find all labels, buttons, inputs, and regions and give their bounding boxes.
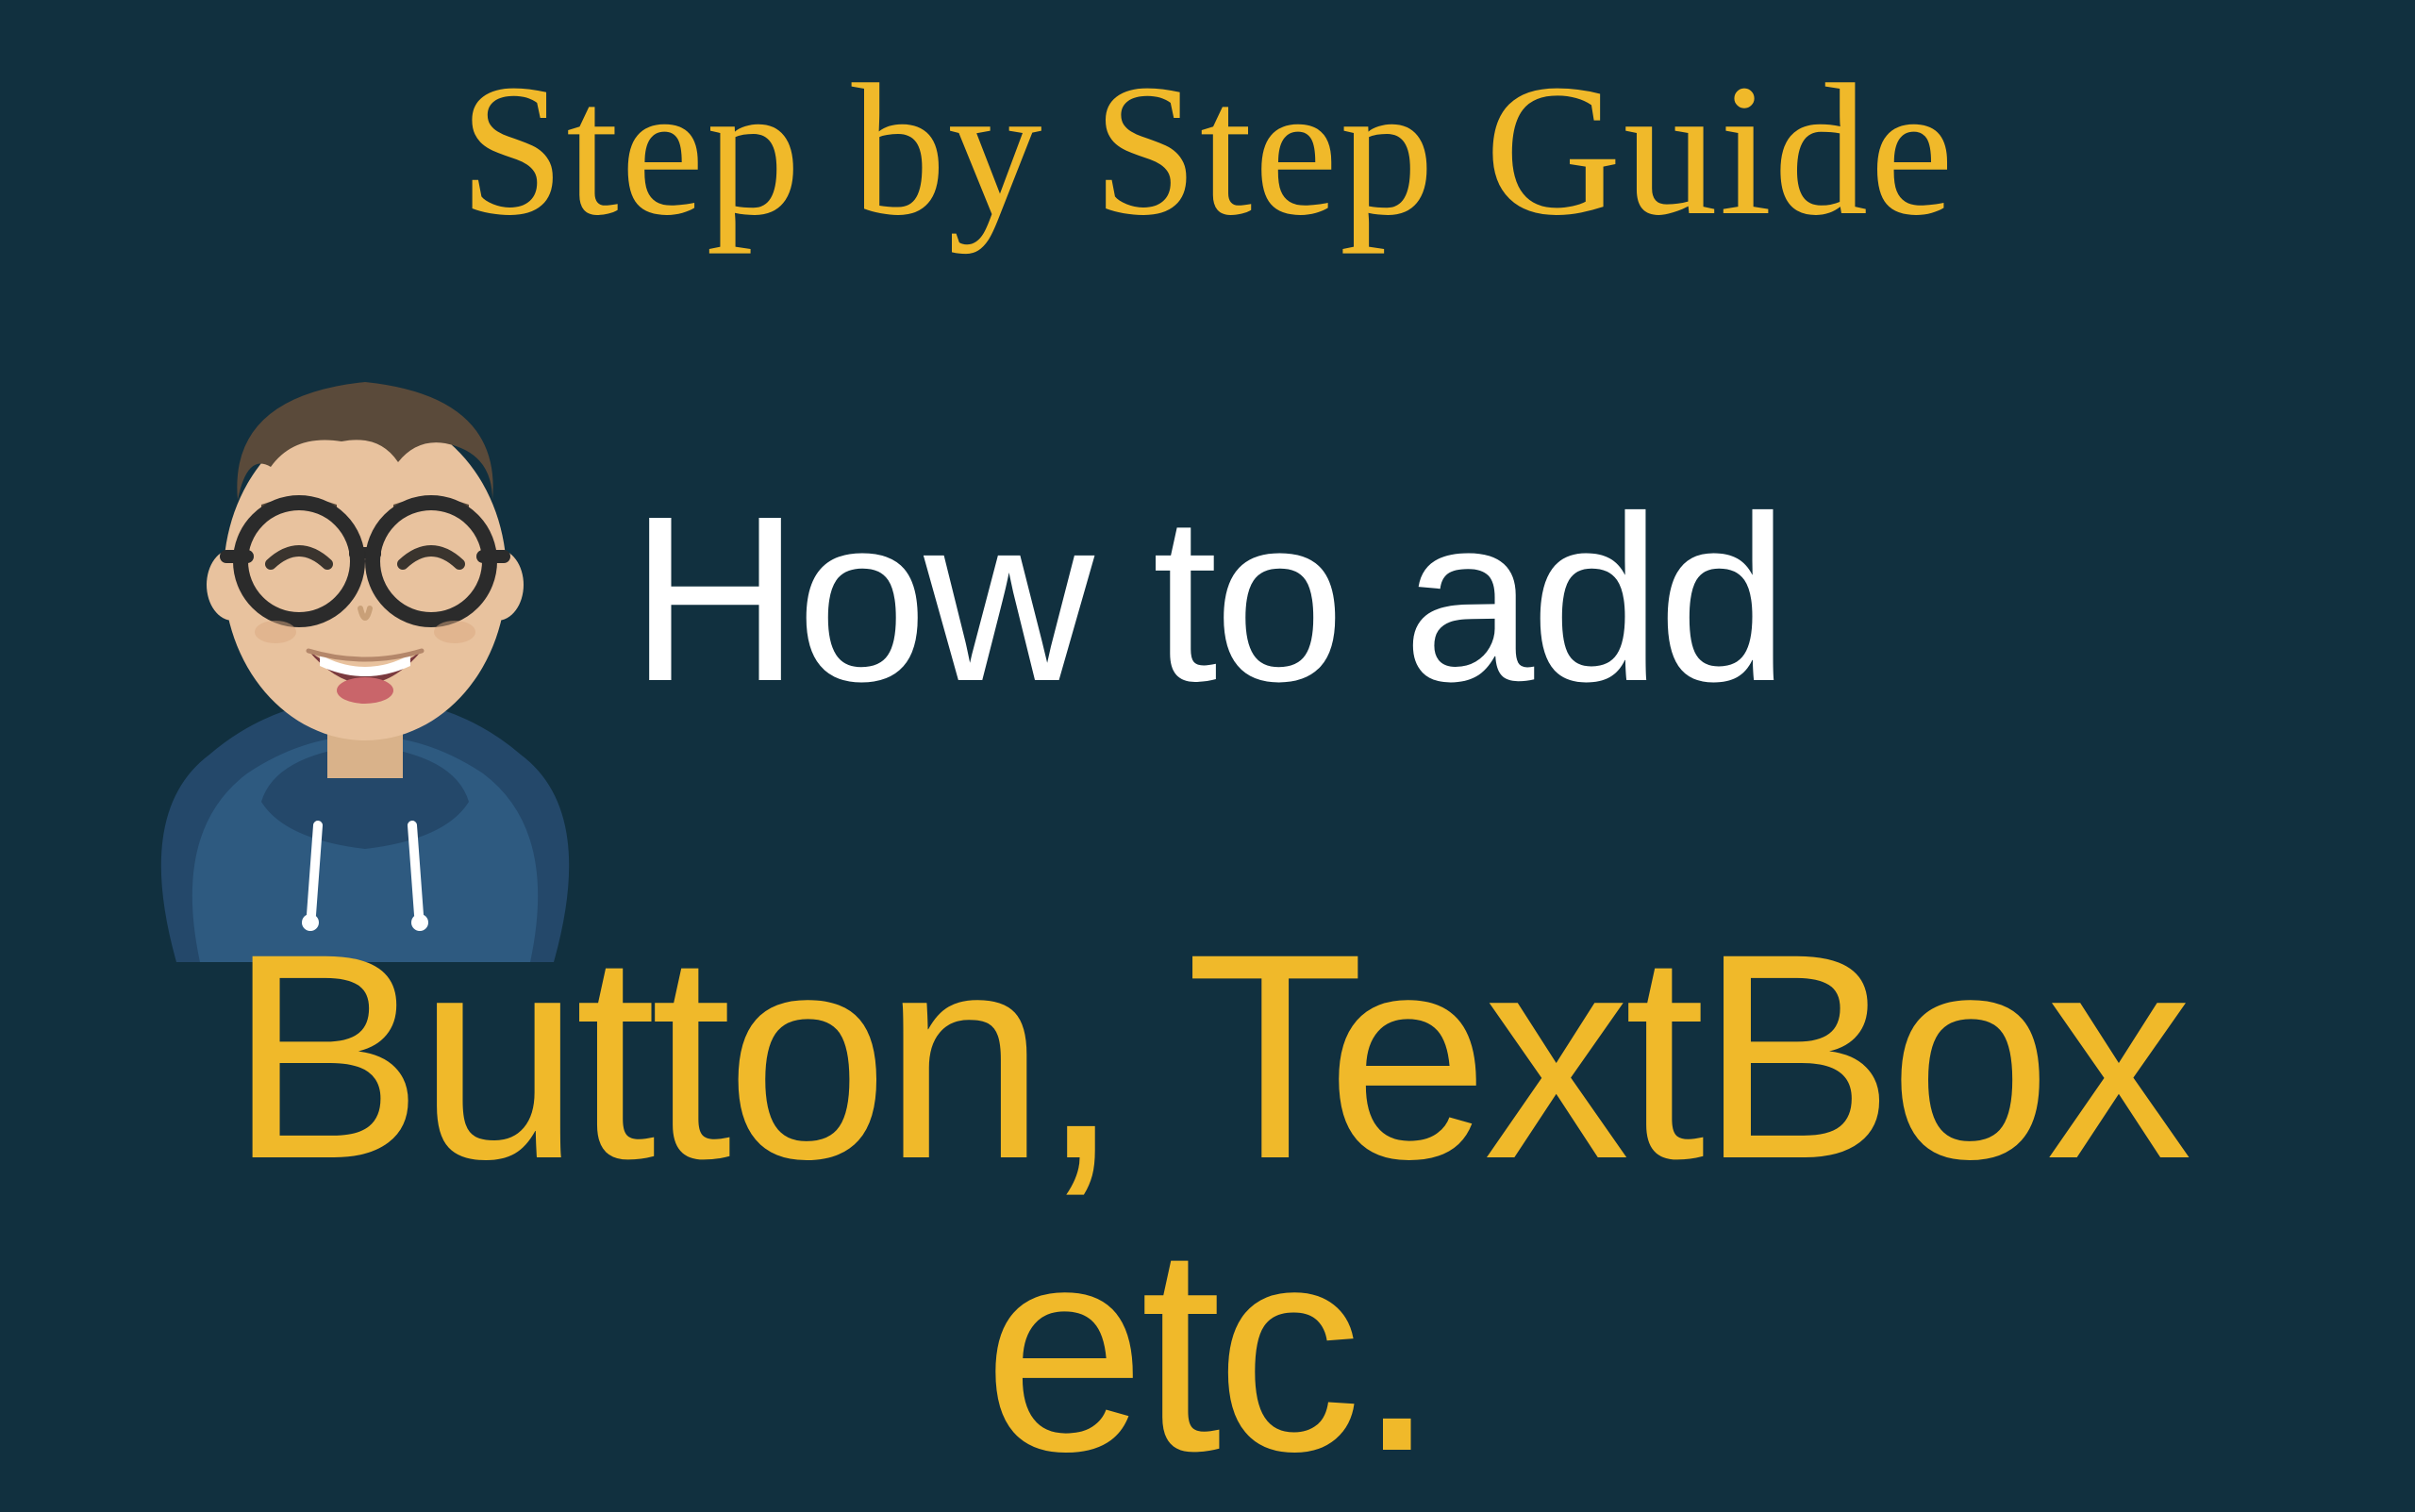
main-heading: How to add [0,481,2415,717]
sub-heading: Button, TextBox etc. [0,910,2415,1495]
script-heading: Step by Step Guide [0,57,2415,245]
